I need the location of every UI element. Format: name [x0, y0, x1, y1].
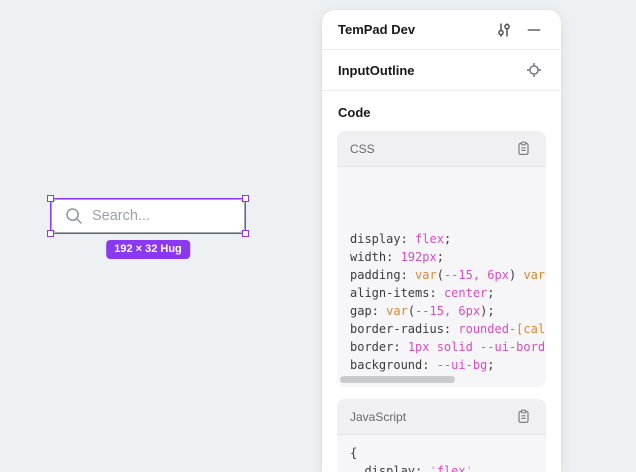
size-badge: 192 × 32 Hug	[106, 240, 190, 259]
sliders-icon[interactable]	[493, 19, 515, 41]
css-code-block: CSS display: flex;width: 192px;padding: …	[337, 131, 546, 387]
javascript-code[interactable]: { display: 'flex', width: '192px', paddi…	[337, 435, 546, 472]
copy-icon[interactable]	[512, 406, 534, 428]
panel-header: TemPad Dev	[322, 10, 561, 50]
css-block-header: CSS	[337, 131, 546, 167]
javascript-block-header: JavaScript	[337, 399, 546, 435]
selection-handle-bottom-right[interactable]	[242, 230, 249, 237]
code-section-label: Code	[338, 105, 545, 120]
copy-icon[interactable]	[512, 138, 534, 160]
css-code[interactable]: display: flex;width: 192px;padding: var(…	[337, 167, 546, 387]
search-placeholder-text: Search...	[92, 208, 150, 224]
selection-handle-top-right[interactable]	[242, 195, 249, 202]
selected-node-row[interactable]: InputOutline	[322, 50, 561, 91]
javascript-block-label: JavaScript	[350, 410, 512, 424]
javascript-code-block: JavaScript { display: 'flex', width: '19…	[337, 399, 546, 472]
tempad-dev-panel: TemPad Dev InputOutline	[322, 10, 561, 472]
css-block-label: CSS	[350, 142, 512, 156]
search-icon	[65, 207, 83, 225]
locate-target-icon[interactable]	[523, 59, 545, 81]
search-input-component[interactable]: Search...	[51, 199, 245, 233]
selected-node-name: InputOutline	[338, 63, 415, 78]
selection-handle-bottom-left[interactable]	[47, 230, 54, 237]
selected-component[interactable]: Search...	[51, 199, 245, 233]
selection-handle-top-left[interactable]	[47, 195, 54, 202]
minimize-icon[interactable]	[523, 19, 545, 41]
horizontal-scrollbar[interactable]	[340, 376, 455, 383]
panel-title: TemPad Dev	[338, 22, 415, 37]
